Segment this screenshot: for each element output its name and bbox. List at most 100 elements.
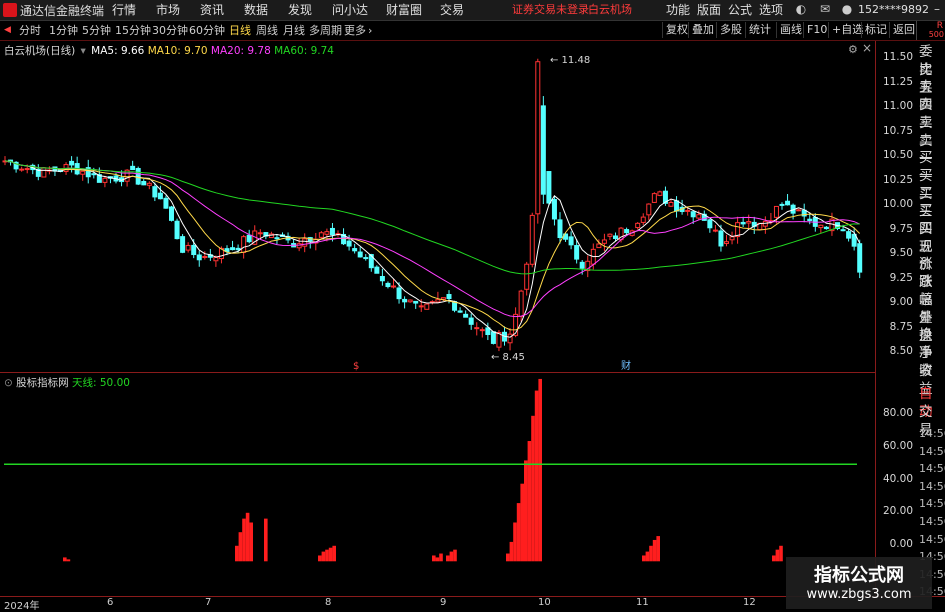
candle-body <box>568 236 574 246</box>
candle-body <box>479 329 485 332</box>
chevron-right-icon[interactable]: › <box>368 21 372 40</box>
indicator-line-value: 天线: 50.00 <box>72 377 130 389</box>
quote-side-panel[interactable]: 委比 卖五 卖四 卖三 卖二 卖一 买一 买二 买三 买四 买五 现价 涨跌 涨幅 总量 外盘 换手 净资 收益 自动… <box>917 41 945 609</box>
legend-title[interactable]: 白云机场(日线) <box>4 45 75 57</box>
indicator-bar <box>534 390 539 562</box>
legend-toggle-icon[interactable]: ▾ <box>81 45 86 57</box>
indicator-title[interactable]: 股标指标网 <box>16 377 69 389</box>
candle-body <box>241 236 247 253</box>
message-icon[interactable]: ✉ <box>818 2 832 16</box>
candle-body <box>773 205 779 218</box>
candle-body <box>152 186 158 198</box>
indicator-chart[interactable] <box>0 373 875 595</box>
candle-body <box>779 203 785 206</box>
menu-item-market[interactable]: 市场 <box>156 0 180 20</box>
candle-body <box>796 209 802 212</box>
period-5min[interactable]: 5分钟 <box>82 21 111 40</box>
legend-ma10: MA10: 9.70 <box>147 45 208 57</box>
candle-body <box>635 222 641 229</box>
indicator-tick: 0.00 <box>889 538 913 550</box>
indicator-bar <box>509 541 514 562</box>
candle-body <box>235 247 241 251</box>
user-icon[interactable]: ● <box>840 2 854 16</box>
period-15min[interactable]: 15分钟 <box>115 21 151 40</box>
candle-body <box>468 317 474 325</box>
candle-body <box>712 229 718 232</box>
adjust-button[interactable]: 复权 <box>662 22 691 38</box>
menu-item-hq[interactable]: 行情 <box>112 0 136 20</box>
close-icon[interactable]: × <box>862 41 872 55</box>
candle-body <box>180 236 186 253</box>
period-60min[interactable]: 60分钟 <box>189 21 225 40</box>
menu-item-wealth[interactable]: 财富圈 <box>386 0 422 20</box>
price-pane[interactable]: ← 11.48 ← 8.45 $ 财 白云机场(日线) ▾ MA5: 9.66 MA1… <box>0 41 875 373</box>
menu-item-formula[interactable]: 公式 <box>728 0 752 20</box>
indicator-tick: 40.00 <box>882 473 913 485</box>
indicator-bar <box>446 555 450 562</box>
candle-body <box>535 61 541 215</box>
candle-body <box>846 231 852 239</box>
period-tick[interactable]: 分时 <box>19 21 41 40</box>
period-1min[interactable]: 1分钟 <box>49 21 78 40</box>
legend-ma60: MA60: 9.74 <box>274 45 334 57</box>
settings-icon[interactable]: ⚙ <box>848 43 858 56</box>
multi-stock-button[interactable]: 多股 <box>716 22 745 38</box>
indicator-bar <box>439 553 443 562</box>
mark-button[interactable]: 标记 <box>861 22 890 38</box>
stats-button[interactable]: 统计 <box>745 22 774 38</box>
trade-login-warning[interactable]: 证券交易未登录 <box>512 0 589 20</box>
price-tick: 10.00 <box>882 198 913 210</box>
f10-button[interactable]: F10 <box>803 22 830 38</box>
candle-body <box>418 305 424 308</box>
back-button[interactable]: 返回 <box>889 22 918 38</box>
candle-body <box>102 177 108 183</box>
indicator-bar <box>520 483 524 562</box>
menu-item-data[interactable]: 数据 <box>244 0 268 20</box>
candle-body <box>130 165 136 171</box>
menu-item-ask[interactable]: 问小达 <box>332 0 368 20</box>
period-weekly[interactable]: 周线 <box>256 21 278 40</box>
menu-item-options[interactable]: 选项 <box>759 0 783 20</box>
candle-body <box>529 214 535 265</box>
ma60-line <box>4 160 860 275</box>
period-daily[interactable]: 日线 <box>229 21 251 40</box>
period-multi[interactable]: 多周期 <box>309 21 342 40</box>
ma5-line <box>4 160 861 338</box>
price-chart[interactable]: ← 11.48 ← 8.45 $ 财 <box>0 41 875 372</box>
candle-body <box>357 251 363 258</box>
candle-body <box>296 243 302 249</box>
candle-body <box>174 220 180 240</box>
indicator-bar <box>449 551 454 562</box>
period-30min[interactable]: 30分钟 <box>152 21 188 40</box>
skin-icon[interactable]: ◐ <box>794 2 808 16</box>
candle-body <box>352 248 358 252</box>
minimize-icon[interactable]: – <box>930 2 944 16</box>
level-badge: R 500 <box>916 21 945 40</box>
indicator-bar <box>524 460 528 562</box>
price-tick: 11.50 <box>882 51 913 63</box>
menu-item-news[interactable]: 资讯 <box>200 0 224 20</box>
price-tick: 11.25 <box>882 76 913 88</box>
menu-item-function[interactable]: 功能 <box>666 0 690 20</box>
indicator-toggle-icon[interactable]: ⊙ <box>4 377 13 389</box>
candle-body <box>724 241 729 244</box>
indicator-bar <box>432 555 436 562</box>
candle-body <box>596 243 602 249</box>
overlay-button[interactable]: 叠加 <box>688 22 717 38</box>
indicator-bar <box>321 551 326 562</box>
indicator-pane[interactable]: ⊙ 股标指标网 天线: 50.00 <box>0 373 875 595</box>
candle-body <box>579 261 585 269</box>
period-more[interactable]: 更多 <box>344 21 366 40</box>
date-tick: 8 <box>325 597 332 608</box>
menu-bar: 通达信金融终端 行情 市场 资讯 数据 发现 问小达 财富圈 交易 证券交易未登… <box>0 0 945 21</box>
user-phone[interactable]: 152****9892 <box>858 0 929 20</box>
candle-body <box>24 168 30 171</box>
indicator-bar <box>242 518 246 562</box>
candle-body <box>213 257 219 262</box>
menu-item-trade[interactable]: 交易 <box>440 0 464 20</box>
collapse-icon[interactable]: ◀ <box>4 21 11 40</box>
draw-button[interactable]: 画线 <box>776 22 805 38</box>
period-monthly[interactable]: 月线 <box>283 21 305 40</box>
menu-item-discover[interactable]: 发现 <box>288 0 312 20</box>
menu-item-layout[interactable]: 版面 <box>697 0 721 20</box>
